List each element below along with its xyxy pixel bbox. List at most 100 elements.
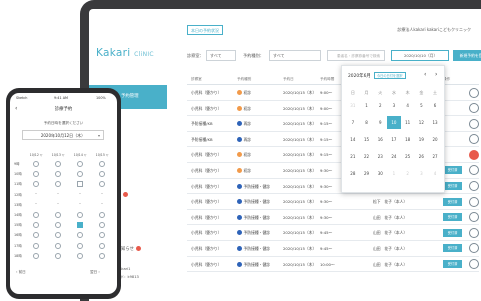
date-select[interactable]: 2020年10月12日（木） ▾ bbox=[22, 130, 104, 140]
available-slot[interactable] bbox=[33, 161, 39, 167]
calendar-day[interactable]: 31 bbox=[346, 99, 360, 112]
available-slot[interactable] bbox=[55, 242, 61, 249]
available-slot[interactable] bbox=[33, 232, 39, 239]
prev-month-icon[interactable]: ‹ bbox=[424, 71, 426, 78]
checked-in-button[interactable]: 受付済 bbox=[443, 213, 462, 222]
next-month-icon[interactable]: › bbox=[435, 71, 437, 78]
calendar-day[interactable]: 30 bbox=[373, 167, 387, 180]
type-filter-select[interactable]: すべて bbox=[269, 50, 321, 61]
account-name[interactable]: 診療法人kakari kakariこどもクリニック bbox=[397, 27, 471, 33]
checked-in-button[interactable]: 受付済 bbox=[443, 166, 462, 175]
chat-icon[interactable] bbox=[469, 134, 479, 145]
table-row[interactable]: 小児科（肇かり） 予防接種・健診 2020/10/15（木） 9:45〜 山田 花子（本… bbox=[187, 241, 479, 257]
day-column-header[interactable]: 10/15 ▽ bbox=[93, 153, 111, 157]
limited-slot[interactable] bbox=[77, 181, 83, 188]
day-column-header[interactable]: 10/13 ▽ bbox=[49, 153, 67, 157]
chat-icon[interactable] bbox=[469, 259, 479, 270]
patient-search-input[interactable]: 患者名・診察券番号で検索 bbox=[327, 50, 385, 61]
calendar-day[interactable]: 10 bbox=[387, 116, 401, 129]
chat-icon[interactable] bbox=[469, 87, 479, 98]
calendar-day[interactable]: 9 bbox=[373, 116, 387, 129]
calendar-day[interactable]: 5 bbox=[415, 99, 429, 112]
chat-icon[interactable] bbox=[469, 118, 479, 129]
prev-day-link[interactable]: ‹ 前日 bbox=[16, 270, 26, 275]
calendar-day[interactable]: 7 bbox=[346, 116, 360, 129]
available-slot[interactable] bbox=[33, 212, 39, 218]
calendar-day[interactable]: 13 bbox=[428, 116, 442, 129]
next-day-link[interactable]: 翌日 › bbox=[90, 270, 100, 275]
available-slot[interactable] bbox=[55, 171, 61, 178]
calendar-day[interactable]: 23 bbox=[373, 150, 387, 163]
calendar-day[interactable]: 24 bbox=[387, 150, 401, 163]
available-slot[interactable] bbox=[99, 171, 105, 178]
calendar-day[interactable]: 3 bbox=[415, 167, 429, 180]
calendar-day[interactable]: 1 bbox=[360, 99, 374, 112]
todays-reservations-link[interactable]: 本日の予約状況 bbox=[187, 25, 223, 35]
calendar-day[interactable]: 12 bbox=[415, 116, 429, 129]
checked-in-button[interactable]: 受付済 bbox=[443, 260, 462, 269]
selected-slot[interactable] bbox=[77, 222, 83, 229]
available-slot[interactable] bbox=[99, 252, 105, 259]
available-slot[interactable] bbox=[99, 161, 105, 167]
select-today-button[interactable]: 今日の日付を選択 bbox=[374, 72, 406, 79]
available-slot[interactable] bbox=[77, 242, 83, 249]
day-column-header[interactable]: 10/14 ▽ bbox=[71, 153, 89, 157]
calendar-day[interactable]: 20 bbox=[428, 133, 442, 146]
table-row[interactable]: 小児科（肇かり） 予防接種・健診 2020/10/15（木） 9:30〜 松下 花子（本… bbox=[187, 194, 479, 210]
available-slot[interactable] bbox=[77, 252, 83, 259]
calendar-day[interactable]: 15 bbox=[360, 133, 374, 146]
calendar-day[interactable]: 11 bbox=[401, 116, 415, 129]
new-reservation-button[interactable]: 新規予約を登録 bbox=[453, 50, 481, 61]
available-slot[interactable] bbox=[99, 242, 105, 249]
available-slot[interactable] bbox=[55, 222, 61, 229]
date-picker-field[interactable]: 2020/10/10（月） bbox=[391, 50, 449, 61]
available-slot[interactable] bbox=[77, 212, 83, 218]
calendar-day[interactable]: 22 bbox=[360, 150, 374, 163]
calendar-day[interactable]: 8 bbox=[360, 116, 374, 129]
calendar-day[interactable]: 4 bbox=[401, 99, 415, 112]
calendar-day[interactable]: 21 bbox=[346, 150, 360, 163]
calendar-day[interactable]: 2 bbox=[401, 167, 415, 180]
checked-in-button[interactable]: 受付済 bbox=[443, 244, 462, 253]
calendar-day[interactable]: 19 bbox=[415, 133, 429, 146]
calendar-day[interactable]: 27 bbox=[428, 150, 442, 163]
checked-in-button[interactable]: 受付済 bbox=[443, 182, 462, 191]
calendar-day[interactable]: 25 bbox=[401, 150, 415, 163]
available-slot[interactable] bbox=[55, 161, 61, 167]
available-slot[interactable] bbox=[77, 232, 83, 239]
calendar-day[interactable]: 17 bbox=[387, 133, 401, 146]
calendar-day[interactable]: 26 bbox=[415, 150, 429, 163]
available-slot[interactable] bbox=[33, 252, 39, 259]
calendar-day[interactable]: 16 bbox=[373, 133, 387, 146]
calendar-day[interactable]: 14 bbox=[346, 133, 360, 146]
available-slot[interactable] bbox=[55, 181, 61, 188]
calendar-day[interactable]: 6 bbox=[428, 99, 442, 112]
calendar-day[interactable]: 3 bbox=[387, 99, 401, 112]
available-slot[interactable] bbox=[33, 242, 39, 249]
available-slot[interactable] bbox=[55, 232, 61, 239]
calendar-day[interactable]: 2 bbox=[373, 99, 387, 112]
chat-icon[interactable] bbox=[469, 181, 479, 192]
available-slot[interactable] bbox=[55, 252, 61, 259]
chat-icon[interactable] bbox=[469, 103, 479, 114]
doctor-filter-select[interactable]: すべて bbox=[206, 50, 236, 61]
chat-icon[interactable] bbox=[469, 149, 479, 160]
table-row[interactable]: 小児科（肇かり） 予防接種・健診 2020/10/15（木） 10:00〜 山田 花子（… bbox=[187, 257, 479, 273]
chat-icon[interactable] bbox=[469, 227, 479, 238]
day-column-header[interactable]: 10/12 ▽ bbox=[27, 153, 45, 157]
available-slot[interactable] bbox=[33, 171, 39, 178]
calendar-day[interactable]: 28 bbox=[346, 167, 360, 180]
checked-in-button[interactable]: 受付済 bbox=[443, 197, 462, 206]
available-slot[interactable] bbox=[99, 232, 105, 239]
available-slot[interactable] bbox=[99, 222, 105, 229]
chat-icon[interactable] bbox=[469, 212, 479, 223]
calendar-day[interactable]: 1 bbox=[387, 167, 401, 180]
chat-icon[interactable] bbox=[469, 165, 479, 176]
available-slot[interactable] bbox=[77, 161, 83, 167]
checked-in-button[interactable]: 受付済 bbox=[443, 228, 462, 237]
available-slot[interactable] bbox=[33, 181, 39, 188]
available-slot[interactable] bbox=[77, 171, 83, 178]
chat-icon[interactable] bbox=[469, 243, 479, 254]
calendar-day[interactable]: 29 bbox=[360, 167, 374, 180]
available-slot[interactable] bbox=[33, 222, 39, 229]
